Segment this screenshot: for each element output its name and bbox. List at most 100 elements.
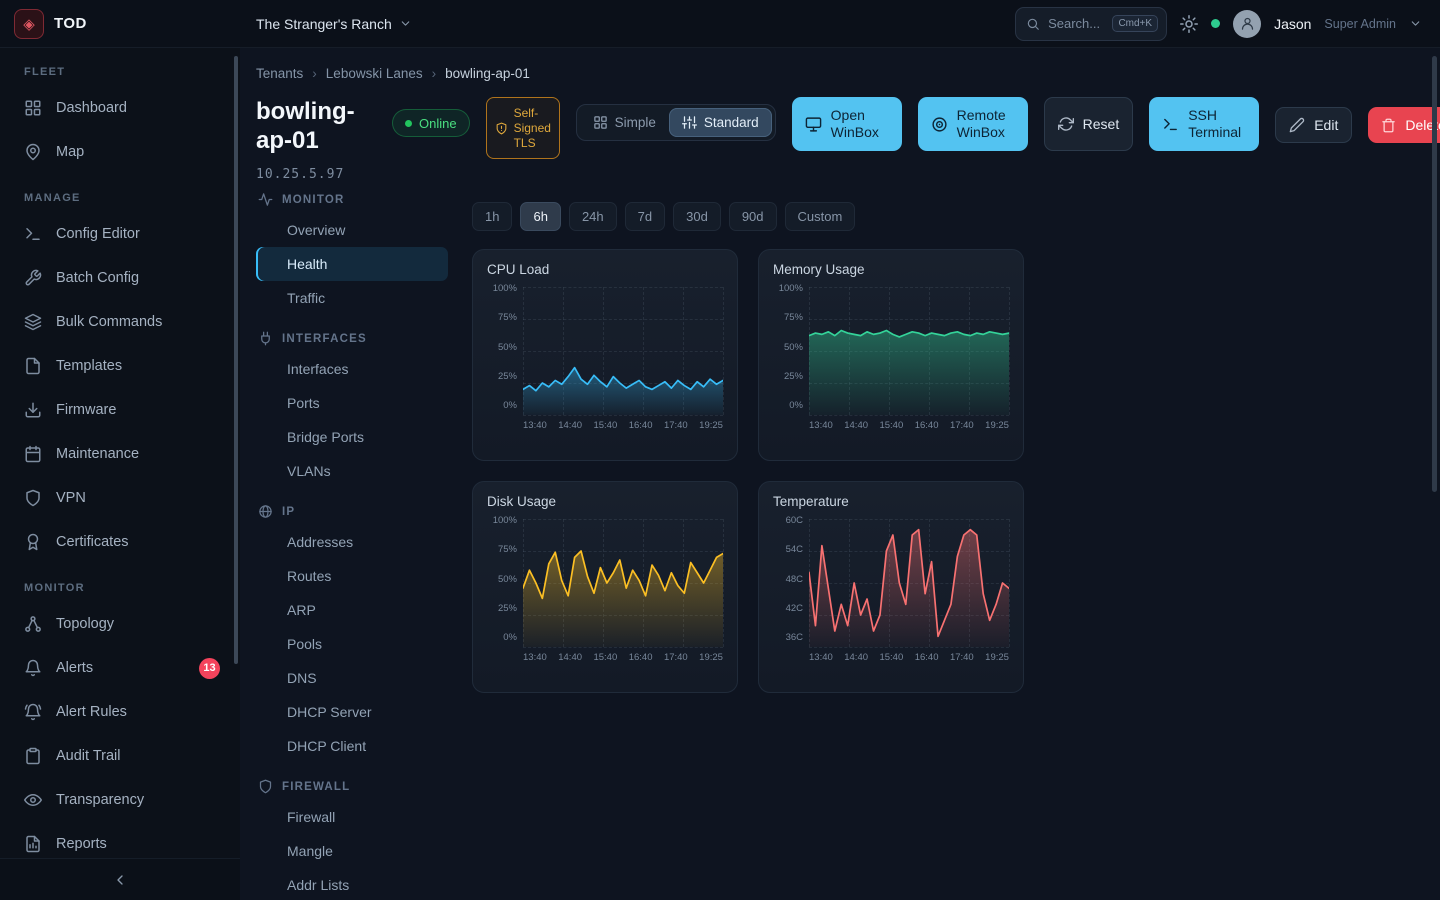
reset-button[interactable]: Reset: [1044, 97, 1134, 151]
sliders-icon: [682, 115, 697, 130]
time-range-24h-button[interactable]: 24h: [569, 202, 617, 231]
time-range-7d-button[interactable]: 7d: [625, 202, 665, 231]
time-range-1h-button[interactable]: 1h: [472, 202, 512, 231]
connection-status-dot: [1211, 19, 1220, 28]
sidebar-item-audit-trail[interactable]: Audit Trail: [0, 734, 240, 778]
avatar[interactable]: [1233, 10, 1261, 38]
sidebar-item-bulk-commands[interactable]: Bulk Commands: [0, 300, 240, 344]
sidebar-item-vpn[interactable]: VPN: [0, 476, 240, 520]
time-range-6h-button[interactable]: 6h: [520, 202, 560, 231]
sidebar-section-manage: MANAGE Config Editor Batch Config Bulk C…: [0, 192, 240, 564]
time-range-30d-button[interactable]: 30d: [673, 202, 721, 231]
subnav-item-arp[interactable]: ARP: [256, 593, 448, 627]
sidebar-item-map[interactable]: Map: [0, 130, 240, 174]
sidebar-item-transparency[interactable]: Transparency: [0, 778, 240, 822]
sidebar-item-templates[interactable]: Templates: [0, 344, 240, 388]
globe-icon: [258, 504, 273, 519]
subnav-item-health[interactable]: Health: [256, 247, 448, 281]
subnav-section-ip: IP AddressesRoutesARPPoolsDNSDHCP Server…: [256, 504, 448, 763]
monitor-icon: [805, 116, 822, 133]
x-axis-labels: 13:4014:4015:4016:4017:4019:25: [523, 647, 723, 663]
topbar: ◈ TOD The Stranger's Ranch Search... Cmd…: [0, 0, 1440, 48]
sidebar-section-label: MONITOR: [24, 582, 240, 594]
theme-toggle-sun-icon[interactable]: [1180, 15, 1198, 33]
subnav-item-dns[interactable]: DNS: [256, 661, 448, 695]
subnav-item-vlans[interactable]: VLANs: [256, 454, 448, 488]
delete-button[interactable]: Delete: [1368, 107, 1440, 143]
shield-alert-icon: [495, 122, 508, 135]
open-winbox-button[interactable]: Open WinBox: [792, 97, 902, 151]
layers-icon: [24, 313, 42, 331]
breadcrumb-item-lebowski-lanes[interactable]: Lebowski Lanes: [326, 66, 423, 81]
search-placeholder: Search...: [1048, 16, 1104, 31]
subnav-item-addr-lists[interactable]: Addr Lists: [256, 868, 448, 900]
sidebar-item-config-editor[interactable]: Config Editor: [0, 212, 240, 256]
sidebar-item-maintenance[interactable]: Maintenance: [0, 432, 240, 476]
remote-winbox-button[interactable]: Remote WinBox: [918, 97, 1028, 151]
sidebar-item-dashboard[interactable]: Dashboard: [0, 86, 240, 130]
sidebar-section-monitor: MONITOR Topology Alerts 13 Alert Rules A…: [0, 582, 240, 866]
sidebar-item-label: VPN: [56, 490, 86, 506]
sidebar-collapse-button[interactable]: [0, 858, 240, 900]
view-mode-toggle: Simple Standard: [576, 104, 776, 141]
subnav-item-dhcp-server[interactable]: DHCP Server: [256, 695, 448, 729]
page-title: bowling-ap-01: [256, 97, 376, 155]
breadcrumb-item-tenants[interactable]: Tenants: [256, 66, 303, 81]
chart-title: CPU Load: [487, 262, 723, 277]
time-range-custom-button[interactable]: Custom: [785, 202, 856, 231]
subnav-item-interfaces[interactable]: Interfaces: [256, 352, 448, 386]
calendar-icon: [24, 445, 42, 463]
chart-card-cpu-load: CPU Load 100%75%50%25%0% 13:4014:4015:40…: [472, 249, 738, 461]
sidebar-item-alert-rules[interactable]: Alert Rules: [0, 690, 240, 734]
subnav-item-addresses[interactable]: Addresses: [256, 525, 448, 559]
subnav-item-firewall[interactable]: Firewall: [256, 800, 448, 834]
breadcrumb: Tenants›Lebowski Lanes›bowling-ap-01: [256, 48, 1440, 81]
search-input[interactable]: Search... Cmd+K: [1015, 7, 1167, 41]
device-subnav: MONITOR OverviewHealthTraffic INTERFACES…: [256, 190, 448, 900]
user-icon: [1240, 16, 1255, 31]
subnav-item-pools[interactable]: Pools: [256, 627, 448, 661]
alerts-count-badge: 13: [199, 658, 220, 679]
tls-warning-label: Self-Signed TLS: [514, 106, 551, 151]
target-icon: [931, 116, 948, 133]
sidebar-item-batch-config[interactable]: Batch Config: [0, 256, 240, 300]
reset-label: Reset: [1083, 116, 1120, 132]
tenant-selector[interactable]: The Stranger's Ranch: [256, 16, 412, 32]
subnav-item-mangle[interactable]: Mangle: [256, 834, 448, 868]
sidebar-section-label: FLEET: [24, 66, 240, 78]
badge-icon: [24, 533, 42, 551]
device-ip: 10.25.5.97: [256, 167, 376, 182]
subnav-item-dhcp-client[interactable]: DHCP Client: [256, 729, 448, 763]
sidebar-item-label: Map: [56, 144, 84, 160]
subnav-item-overview[interactable]: Overview: [256, 213, 448, 247]
sidebar-item-label: Templates: [56, 358, 122, 374]
sidebar-scrollbar[interactable]: [234, 56, 238, 664]
ssh-terminal-button[interactable]: SSH Terminal: [1149, 97, 1259, 151]
sidebar-section-fleet: FLEET Dashboard Map: [0, 66, 240, 174]
subnav-item-bridge-ports[interactable]: Bridge Ports: [256, 420, 448, 454]
chart-plot: [809, 519, 1009, 647]
mode-standard-button[interactable]: Standard: [669, 108, 772, 137]
time-range-90d-button[interactable]: 90d: [729, 202, 777, 231]
sidebar-item-label: Audit Trail: [56, 748, 120, 764]
app-logo-icon: ◈: [14, 9, 44, 39]
terminal-icon: [1162, 116, 1179, 133]
edit-button[interactable]: Edit: [1275, 107, 1352, 143]
subnav-item-traffic[interactable]: Traffic: [256, 281, 448, 315]
sidebar-item-topology[interactable]: Topology: [0, 602, 240, 646]
sidebar-item-certificates[interactable]: Certificates: [0, 520, 240, 564]
sidebar-item-alerts[interactable]: Alerts 13: [0, 646, 240, 690]
sidebar-item-label: Reports: [56, 836, 107, 852]
chart-svg: [809, 519, 1009, 647]
chart-plot: [523, 287, 723, 415]
page-scrollbar[interactable]: [1432, 56, 1437, 492]
user-menu-chevron-down-icon[interactable]: [1409, 17, 1422, 30]
subnav-item-ports[interactable]: Ports: [256, 386, 448, 420]
mode-simple-button[interactable]: Simple: [580, 108, 669, 137]
subnav-section-header: INTERFACES: [258, 331, 448, 346]
y-axis-labels: 60C54C48C42C36C: [773, 515, 803, 643]
y-axis-labels: 100%75%50%25%0%: [487, 515, 517, 643]
activity-icon: [258, 192, 273, 207]
sidebar-item-firmware[interactable]: Firmware: [0, 388, 240, 432]
subnav-item-routes[interactable]: Routes: [256, 559, 448, 593]
